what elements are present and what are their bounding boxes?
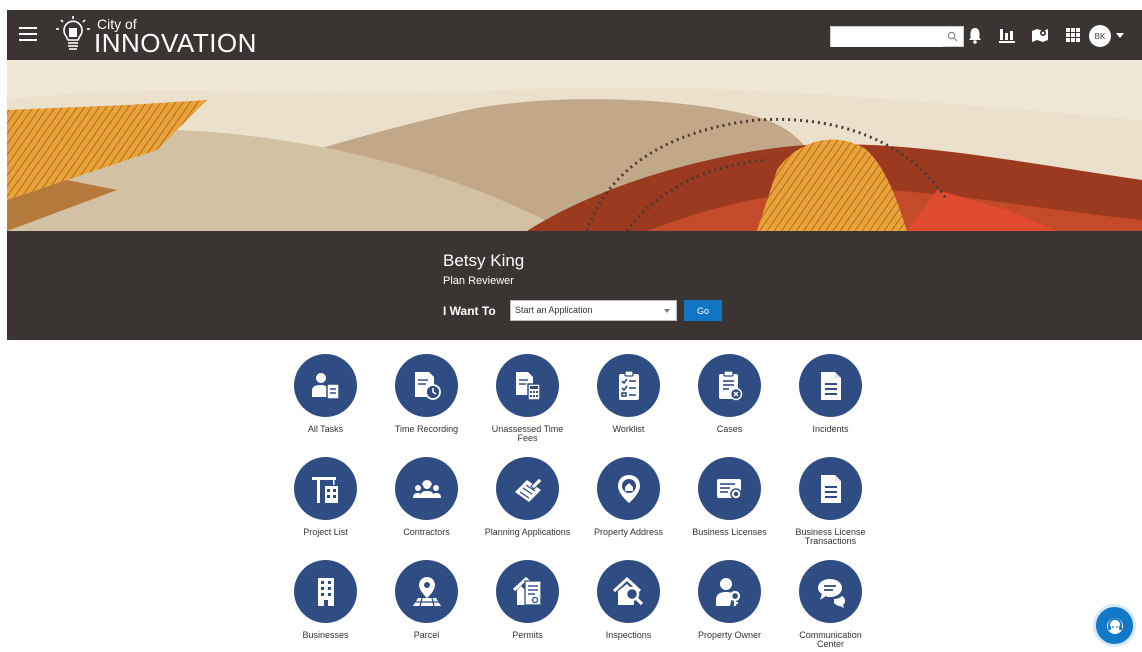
tile-label: Planning Applications <box>484 527 571 537</box>
tile-circle <box>294 457 357 520</box>
tile-business-licenses[interactable]: Business Licenses <box>679 457 780 546</box>
selected-option: Start an Application <box>515 305 593 315</box>
tile-circle <box>395 354 458 417</box>
tile-property-address[interactable]: Property Address <box>578 457 679 546</box>
tile-label: Incidents <box>812 424 849 434</box>
tile-label: Parcel <box>413 630 440 640</box>
tile-label: Permits <box>512 630 543 640</box>
tile-circle <box>496 560 559 623</box>
tile-circle <box>395 457 458 520</box>
tile-label: Property Address <box>593 527 664 537</box>
tile-circle <box>597 354 660 417</box>
tile-label: Communication Center <box>799 630 862 649</box>
tile-circle <box>799 354 862 417</box>
tile-circle <box>395 560 458 623</box>
search-input[interactable] <box>831 27 943 47</box>
document-icon <box>820 474 841 503</box>
document-icon <box>820 371 841 400</box>
person-key-icon <box>715 577 740 606</box>
tile-parcel[interactable]: Parcel <box>376 560 477 649</box>
tile-label: Cases <box>716 424 743 434</box>
chat-assistant-button[interactable] <box>1093 604 1136 647</box>
apps-grid-icon[interactable] <box>1063 25 1083 45</box>
headset-chat-icon <box>1106 617 1123 634</box>
tile-time-recording[interactable]: Time Recording <box>376 354 477 443</box>
house-magnifier-icon <box>612 576 643 605</box>
tile-unassessed-time-fees[interactable]: Unassessed Time Fees <box>477 354 578 443</box>
tile-label: Business Licenses <box>692 527 767 537</box>
tile-grid: All Tasks Time Recording Unassessed Time… <box>275 354 875 649</box>
tile-incidents[interactable]: Incidents <box>780 354 881 443</box>
tile-circle <box>597 457 660 520</box>
license-certificate-icon <box>716 478 742 500</box>
user-document-icon <box>311 372 340 400</box>
tile-all-tasks[interactable]: All Tasks <box>275 354 376 443</box>
map-pin-parcel-icon <box>412 576 441 606</box>
top-header-bar: City of INNOVATION BK <box>7 10 1142 60</box>
search-icon[interactable] <box>947 31 958 42</box>
logo-lightbulb-icon <box>56 16 90 50</box>
tile-circle <box>597 560 660 623</box>
tile-circle <box>294 560 357 623</box>
tile-label: Project List <box>303 527 348 537</box>
tile-circle <box>294 354 357 417</box>
tile-label: Time Recording <box>394 424 459 434</box>
tile-circle <box>496 457 559 520</box>
chevron-down-icon[interactable] <box>1116 33 1124 38</box>
tile-property-owner[interactable]: Property Owner <box>679 560 780 649</box>
tile-label: Businesses <box>302 630 349 640</box>
tile-circle <box>698 354 761 417</box>
profile-panel: Betsy King Plan Reviewer I Want To Start… <box>7 231 1142 340</box>
map-icon[interactable] <box>1030 25 1050 45</box>
tile-permits[interactable]: Permits <box>477 560 578 649</box>
tile-circle <box>799 560 862 623</box>
user-role: Plan Reviewer <box>443 275 514 287</box>
bar-chart-icon[interactable] <box>997 25 1017 45</box>
user-avatar[interactable]: BK <box>1089 25 1111 47</box>
tile-circle <box>698 457 761 520</box>
logo-big-text: INNOVATION <box>94 28 257 58</box>
tile-label: Business License Transactions <box>795 527 866 546</box>
tile-label: Unassessed Time Fees <box>491 424 564 443</box>
tile-label: Property Owner <box>697 630 762 640</box>
chat-bubbles-icon <box>817 578 845 608</box>
i-want-to-label: I Want To <box>443 304 496 318</box>
tile-worklist[interactable]: Worklist <box>578 354 679 443</box>
crane-building-icon <box>311 476 338 503</box>
house-permit-icon <box>512 576 542 606</box>
tile-contractors[interactable]: Contractors <box>376 457 477 546</box>
workers-group-icon <box>412 479 441 498</box>
menu-icon[interactable] <box>19 27 37 41</box>
tile-planning-applications[interactable]: Planning Applications <box>477 457 578 546</box>
tile-cases[interactable]: Cases <box>679 354 780 443</box>
clipboard-checklist-icon <box>618 369 639 400</box>
banner-artwork <box>7 60 1142 231</box>
tile-label: Inspections <box>605 630 652 640</box>
search-box[interactable] <box>830 26 964 47</box>
tile-communication-center[interactable]: Communication Center <box>780 560 881 649</box>
tile-inspections[interactable]: Inspections <box>578 560 679 649</box>
location-home-icon <box>617 474 640 503</box>
tile-label: All Tasks <box>307 424 344 434</box>
tile-label: Contractors <box>403 527 450 537</box>
tile-circle <box>496 354 559 417</box>
tile-circle <box>799 457 862 520</box>
user-name: Betsy King <box>443 251 525 270</box>
tile-project-list[interactable]: Project List <box>275 457 376 546</box>
office-building-icon <box>317 577 334 606</box>
go-button[interactable]: Go <box>684 300 722 321</box>
chevron-down-icon <box>664 309 670 313</box>
tile-business-license-transactions[interactable]: Business License Transactions <box>780 457 881 546</box>
tile-circle <box>698 560 761 623</box>
tile-businesses[interactable]: Businesses <box>275 560 376 649</box>
bell-icon[interactable] <box>965 25 985 45</box>
tile-label: Worklist <box>612 424 645 434</box>
blueprint-pencil-icon <box>514 476 543 502</box>
timesheet-clock-icon <box>414 371 441 400</box>
clipboard-badge-icon <box>718 369 742 400</box>
document-calculator-icon <box>515 371 541 401</box>
i-want-to-select[interactable]: Start an Application <box>510 300 677 321</box>
